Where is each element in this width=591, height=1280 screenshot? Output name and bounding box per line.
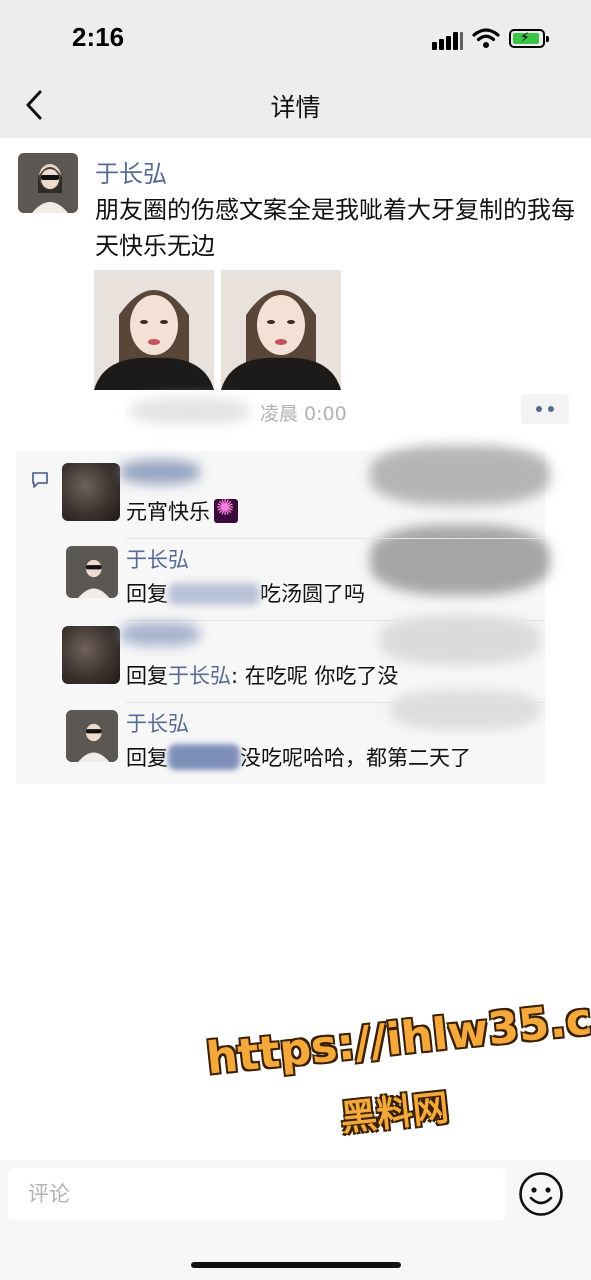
status-time: 2:16 [72,22,125,52]
page-title: 详情 [270,93,321,122]
post-photo[interactable] [94,270,214,390]
commenter-avatar[interactable] [62,463,120,521]
watermark-site-name: 黑料网 [338,1087,451,1140]
home-indicator[interactable] [191,1262,401,1268]
author-avatar[interactable] [18,153,78,213]
post-text: 朋友圈的伤感文案全是我呲着大牙复制的我每天快乐无边 [95,196,575,260]
reply-to-name[interactable]: 于长弘 [168,664,231,688]
fireworks-icon [214,499,238,523]
post-author-name[interactable]: 于长弘 [95,154,167,189]
post-time: 凌晨 0:00 [260,403,347,425]
redaction-smudge [130,398,250,424]
cellular-signal-icon [432,30,464,50]
redaction-smudge [390,690,540,730]
post-photo[interactable] [221,270,341,390]
comment-author[interactable]: 于长弘 [126,544,189,574]
comment-author[interactable]: 于长弘 [126,708,189,738]
comment-text: 元宵快乐 [126,496,238,526]
commenter-avatar[interactable] [66,546,118,598]
more-options-button[interactable] [521,394,569,424]
comment-divider [126,702,545,703]
comment-input[interactable] [8,1168,506,1220]
redaction-smudge [370,445,550,505]
commenter-avatar[interactable] [66,710,118,762]
redaction-smudge [380,615,540,665]
redaction-smudge [120,622,200,646]
redaction-smudge [370,525,550,595]
comment-icon [32,472,48,488]
comment-text: 回复 吃汤圆了吗 [126,582,365,606]
commenter-avatar[interactable] [62,626,120,684]
emoji-icon[interactable] [518,1171,564,1217]
comment-divider [126,538,545,539]
comment-divider [126,620,545,621]
watermark-url: https://ihlw35.com [204,985,591,1085]
battery-icon: ⚡ [509,29,549,48]
redaction-smudge [120,460,200,484]
comment-text: 回复于长弘: 在吃呢 你吃了没 [126,664,399,688]
wifi-icon [472,28,500,48]
comment-text: 回复 没吃呢哈哈，都第二天了 [126,744,471,770]
